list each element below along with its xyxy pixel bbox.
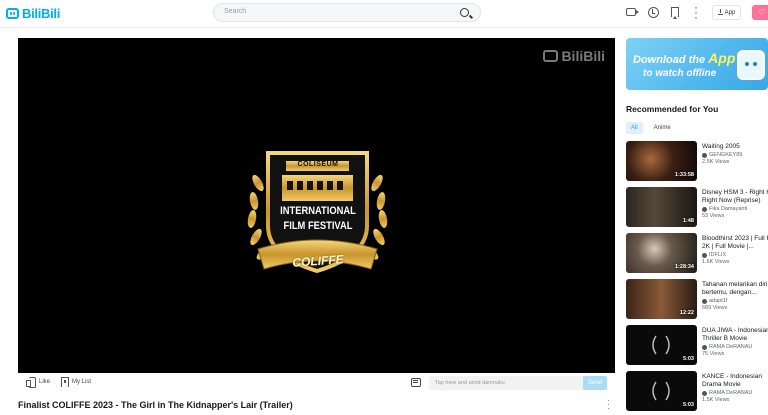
danmaku-settings-icon[interactable]: [411, 378, 421, 387]
download-app-banner[interactable]: Download the App to watch offline: [626, 38, 768, 90]
rec-author[interactable]: RAMA DeRANAU: [702, 344, 768, 350]
video-upload-icon[interactable]: [626, 8, 639, 16]
danmaku-input[interactable]: Tap here and send danmaku: [429, 376, 602, 390]
bookmark-list-icon: [61, 377, 69, 387]
avatar: [702, 206, 707, 212]
video-title: Finalist COLIFFE 2023 - The Girl in The …: [18, 400, 293, 410]
rec-item[interactable]: 1:33:58 Waiting 2005 GENGKEY89 2.5K Views: [626, 141, 768, 181]
bookmark-icon[interactable]: [671, 7, 679, 19]
recommend-tabs: All Anime: [626, 122, 676, 134]
search-icon[interactable]: [460, 8, 469, 17]
avatar: [702, 390, 707, 396]
watermark-text: BiliBili: [561, 48, 605, 64]
favorite-button[interactable]: ♡: [752, 5, 768, 20]
history-clock-icon[interactable]: [648, 7, 659, 18]
rec-thumbnail[interactable]: 5:03: [626, 371, 697, 411]
tv-mascot-icon: [737, 50, 765, 80]
avatar: [702, 252, 707, 258]
rec-thumbnail[interactable]: 1:48: [626, 187, 697, 227]
rec-duration: 1:33:58: [675, 172, 694, 178]
tab-anime[interactable]: Anime: [649, 122, 676, 134]
rec-info: DUA JIWA - Indonesian Thriller B Movie RA…: [702, 327, 768, 357]
rec-author[interactable]: Fika Damayanti: [702, 206, 768, 212]
rec-duration: 12:22: [679, 310, 694, 316]
avatar: [702, 152, 707, 158]
rec-thumbnail[interactable]: 12:22: [626, 279, 697, 319]
rec-title[interactable]: Waiting 2005: [702, 143, 768, 151]
rec-thumbnail[interactable]: 1:33:58: [626, 141, 697, 181]
festival-top-text: COLISEUM: [297, 161, 339, 168]
rec-author-name: Fika Damayanti: [709, 206, 748, 212]
rec-views: 75 Views: [702, 351, 725, 357]
rec-info: KANCE - Indonesian Drama Movie RAMA DeRAN…: [702, 373, 768, 403]
banner-line2: to watch offline: [643, 68, 717, 79]
rec-thumbnail[interactable]: 5:03: [626, 325, 697, 365]
laurel-icon: [652, 335, 670, 355]
rec-item[interactable]: 1:48 Disney HSM 3 - Right Here Right Now …: [626, 187, 768, 227]
rec-views: 689 Views: [702, 305, 728, 311]
rec-info: Disney HSM 3 - Right Here Right Now (Rep…: [702, 189, 768, 219]
search-bar[interactable]: Search: [213, 3, 481, 22]
tv-watermark-icon: [543, 50, 559, 62]
festival-line1: INTERNATIONAL: [280, 205, 356, 217]
rec-duration: 5:03: [682, 402, 694, 408]
app-label: App: [724, 9, 736, 16]
tv-logo-icon: [6, 7, 19, 19]
search-input[interactable]: Search: [224, 8, 246, 15]
rec-duration: 1:28:34: [675, 264, 694, 270]
bilibili-logo[interactable]: BiliBili: [6, 5, 60, 21]
rec-title[interactable]: DUA JIWA - Indonesian Thriller B Movie: [702, 327, 768, 343]
rec-info: Waiting 2005 GENGKEY89 2.5K Views: [702, 143, 768, 165]
rec-info: Bloodthirst 2023 | Full HD 2K | Full Mov…: [702, 235, 768, 265]
download-icon: [717, 9, 723, 15]
send-danmaku-button[interactable]: Send: [583, 376, 607, 390]
rec-info: Tahanan melarikan diri dan bertemu, deng…: [702, 281, 768, 311]
rec-author[interactable]: RAMA DeRANAU: [702, 390, 768, 396]
rec-author[interactable]: adapt1f: [702, 298, 768, 304]
rec-duration: 1:48: [682, 218, 694, 224]
banner-app-word: App: [708, 50, 736, 66]
rec-item[interactable]: 1:28:34 Bloodthirst 2023 | Full HD 2K | F…: [626, 233, 768, 273]
video-player[interactable]: BiliBili COLISEUM INTERNATIONAL FILM FES…: [18, 38, 615, 373]
rec-title[interactable]: Bloodthirst 2023 | Full HD 2K | Full Mov…: [702, 235, 768, 251]
more-vertical-icon[interactable]: · · ·: [694, 1, 698, 23]
rec-author-name: RAMA DeRANAU: [709, 390, 753, 396]
rec-author-name: adapt1f: [709, 298, 728, 304]
my-list-button[interactable]: My List: [61, 377, 91, 387]
rec-title[interactable]: Tahanan melarikan diri dan bertemu, deng…: [702, 281, 768, 297]
like-label: Like: [39, 379, 51, 385]
rec-views: 1.5K Views: [702, 397, 730, 403]
rec-item[interactable]: 5:03 KANCE - Indonesian Drama Movie RAMA D…: [626, 371, 768, 411]
rec-title[interactable]: KANCE - Indonesian Drama Movie: [702, 373, 768, 389]
logo-text: BiliBili: [22, 5, 61, 21]
download-app-button[interactable]: App: [712, 5, 741, 20]
rec-views: 53 Views: [702, 213, 725, 219]
rec-thumbnail[interactable]: 1:28:34: [626, 233, 697, 273]
rec-author-name: IDFLIX: [709, 252, 727, 258]
title-more-icon[interactable]: · · ·: [607, 397, 610, 413]
rec-item[interactable]: 12:22 Tahanan melarikan diri dan bertemu,…: [626, 279, 768, 319]
rec-duration: 5:03: [682, 356, 694, 362]
top-header: BiliBili Search · · · App ♡: [0, 0, 768, 28]
avatar: [702, 298, 707, 304]
recommended-heading: Recommended for You: [626, 104, 719, 114]
avatar: [702, 344, 707, 350]
bilibili-watermark: BiliBili: [543, 48, 605, 64]
festival-line2: FILM FESTIVAL: [283, 220, 353, 232]
rec-views: 2.5K Views: [702, 159, 730, 165]
rec-title[interactable]: Disney HSM 3 - Right Here Right Now (Rep…: [702, 189, 768, 205]
like-button[interactable]: Like: [26, 377, 51, 388]
rec-author-name: RAMA DeRANAU: [709, 344, 753, 350]
rec-author[interactable]: IDFLIX: [702, 252, 768, 258]
rec-author[interactable]: GENGKEY89: [702, 152, 768, 158]
player-toolbar: Like My List Tap here and send danmaku S…: [18, 373, 615, 393]
rec-item[interactable]: 5:03 DUA JIWA - Indonesian Thriller B Mov…: [626, 325, 768, 365]
thumbs-up-icon: [26, 377, 36, 388]
banner-line1: Download the: [633, 54, 709, 66]
my-list-label: My List: [72, 379, 92, 385]
laurel-icon: [652, 381, 670, 401]
rec-views: 1.6K Views: [702, 259, 730, 265]
rec-author-name: GENGKEY89: [709, 152, 743, 158]
tab-all[interactable]: All: [626, 122, 643, 134]
